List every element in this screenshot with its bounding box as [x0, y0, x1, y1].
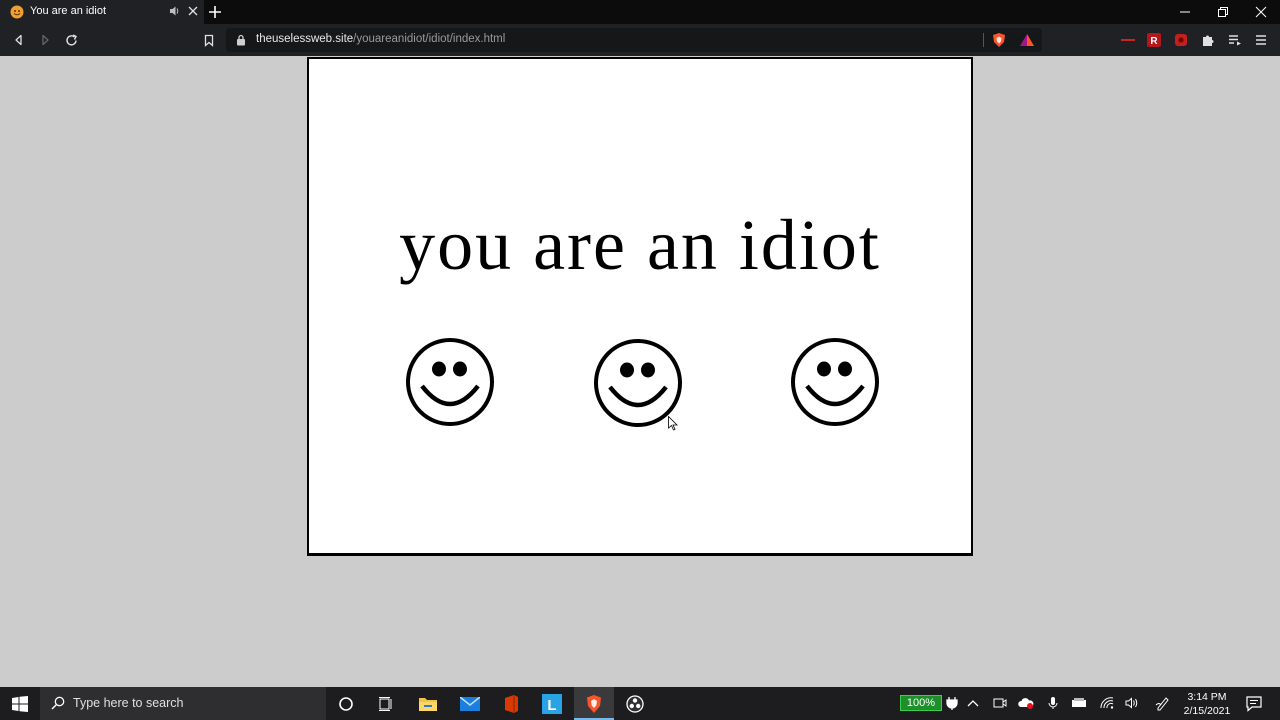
clock-date: 2/15/2021 — [1183, 705, 1231, 717]
close-tab-icon[interactable] — [187, 5, 199, 17]
lock-icon[interactable] — [236, 34, 246, 46]
page-viewport: you are an idiot — [0, 56, 1280, 687]
browser-tab[interactable]: You are an idiot — [0, 0, 204, 24]
browser-toolbar: theuselessweb.site/youareanidiot/idiot/i… — [0, 24, 1280, 56]
url-text[interactable]: theuselessweb.site/youareanidiot/idiot/i… — [256, 33, 505, 45]
volume-icon — [1125, 697, 1138, 709]
clock-time: 3:14 PM — [1187, 691, 1227, 703]
file-explorer-button[interactable] — [408, 687, 448, 720]
l-app-button[interactable]: L — [532, 687, 572, 720]
minimize-button[interactable] — [1166, 0, 1204, 24]
new-tab-plus-icon[interactable] — [208, 5, 222, 19]
brave-lion-icon — [587, 694, 601, 713]
volume-button[interactable] — [1124, 695, 1140, 711]
url-path: /youareanidiot/idiot/index.html — [353, 33, 506, 45]
tab-title: You are an idiot — [30, 5, 107, 17]
search-icon — [51, 696, 65, 710]
speaker-icon[interactable] — [168, 4, 182, 18]
red-extension-icon — [1175, 34, 1187, 46]
show-hidden-icons-button[interactable] — [965, 695, 981, 711]
extension-red-button[interactable] — [1173, 32, 1189, 48]
address-bar[interactable]: theuselessweb.site/youareanidiot/idiot/i… — [226, 28, 1042, 52]
playlist-icon — [1229, 35, 1241, 46]
mail-icon — [460, 696, 480, 711]
tray-camera-button[interactable] — [992, 695, 1008, 711]
taskbar-search-box[interactable]: Type here to search — [40, 687, 326, 720]
power-plug-button[interactable] — [944, 695, 960, 711]
headline-text: you are an idiot — [399, 205, 881, 285]
office-icon — [505, 694, 518, 713]
forward-icon — [42, 34, 49, 46]
tray-drive-button[interactable] — [1071, 695, 1087, 711]
extension-dots-button[interactable] — [1120, 32, 1136, 48]
brave-favicon-icon — [10, 5, 24, 19]
mail-button[interactable] — [450, 687, 490, 720]
forward-button[interactable] — [37, 32, 53, 48]
battery-indicator[interactable]: 100% — [900, 695, 942, 711]
camera-icon — [993, 698, 1007, 708]
idiot-popup-window: you are an idiot — [307, 57, 973, 556]
back-icon — [15, 34, 22, 46]
drive-icon — [1072, 698, 1086, 707]
chevron-up-icon — [967, 700, 979, 707]
windows-logo-icon — [12, 695, 28, 712]
notification-center-icon[interactable] — [1245, 695, 1263, 713]
bookmark-button[interactable] — [201, 32, 217, 48]
search-placeholder: Type here to search — [73, 696, 184, 710]
reload-button[interactable] — [63, 32, 79, 48]
cortana-button[interactable] — [326, 687, 366, 720]
extension-r-button[interactable]: R — [1146, 32, 1162, 48]
task-view-icon — [379, 696, 392, 711]
restore-button[interactable] — [1204, 0, 1242, 24]
plug-icon — [946, 697, 958, 710]
extension-dots-icon — [1121, 39, 1135, 41]
minimize-icon — [1180, 11, 1190, 13]
smiley-icon — [791, 338, 879, 426]
wifi-icon — [1100, 697, 1114, 709]
address-divider — [983, 33, 984, 47]
office-app-button[interactable] — [491, 687, 531, 720]
tab-strip: You are an idiot — [0, 0, 1280, 24]
cortana-icon — [339, 696, 353, 711]
url-host: theuselessweb.site — [256, 33, 354, 45]
cloud-error-icon — [1018, 698, 1034, 709]
back-button[interactable] — [11, 32, 27, 48]
smiley-icon — [406, 338, 494, 426]
microphone-icon — [1048, 697, 1058, 709]
playlist-button[interactable] — [1227, 32, 1243, 48]
obs-icon — [626, 694, 644, 713]
task-view-button[interactable] — [366, 687, 406, 720]
l-app-icon: L — [542, 693, 562, 714]
menu-button[interactable] — [1253, 32, 1269, 48]
start-button[interactable] — [0, 687, 40, 720]
pen-icon — [1155, 697, 1169, 711]
obs-button[interactable] — [615, 687, 655, 720]
puzzle-icon — [1203, 35, 1214, 46]
close-icon — [1255, 6, 1267, 18]
restore-icon — [1218, 7, 1228, 17]
windows-taskbar: Type here to search L 100% 3:14 PM 2/15/… — [0, 687, 1280, 720]
folder-icon — [419, 697, 437, 711]
mouse-cursor-icon — [668, 416, 678, 431]
brave-browser-button[interactable] — [574, 687, 614, 720]
brave-shield-icon[interactable] — [991, 32, 1007, 48]
tray-cloud-button[interactable] — [1018, 695, 1034, 711]
brave-rewards-icon[interactable] — [1019, 32, 1035, 48]
close-window-button[interactable] — [1242, 0, 1280, 24]
r-extension-icon: R — [1147, 33, 1161, 47]
extensions-button[interactable] — [1200, 32, 1216, 48]
svg-text:R: R — [1150, 36, 1158, 47]
reload-icon — [65, 33, 77, 46]
network-button[interactable] — [1099, 695, 1115, 711]
bookmark-icon — [204, 34, 214, 47]
clock[interactable]: 3:14 PM 2/15/2021 — [1176, 690, 1238, 718]
tray-microphone-button[interactable] — [1045, 695, 1061, 711]
menu-icon — [1256, 35, 1266, 45]
svg-text:L: L — [547, 697, 556, 714]
pen-workspace-button[interactable] — [1155, 695, 1171, 711]
